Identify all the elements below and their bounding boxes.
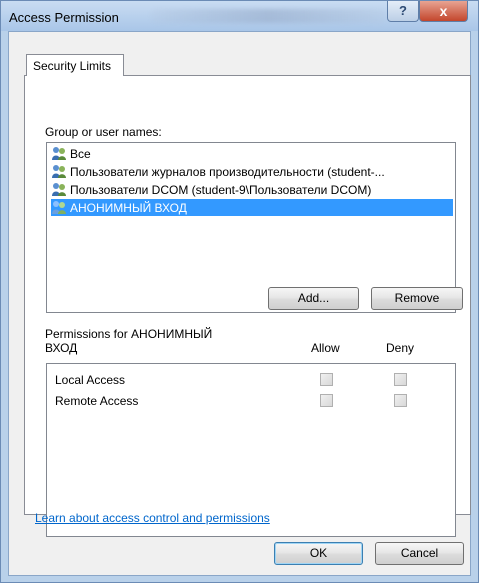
window-title: Access Permission [9, 10, 119, 25]
list-item-label: Пользователи журналов производительности… [70, 164, 385, 179]
add-button[interactable]: Add... [268, 287, 359, 310]
list-item[interactable]: Все [51, 145, 453, 162]
remote-access-allow-checkbox[interactable] [320, 394, 333, 407]
users-group-icon [52, 201, 66, 214]
cancel-button[interactable]: Cancel [375, 542, 464, 565]
access-permission-dialog: Access Permission ? x Security Limits Gr… [0, 0, 479, 583]
list-item-label: Пользователи DCOM (student-9\Пользовател… [70, 182, 372, 197]
list-item[interactable]: Пользователи DCOM (student-9\Пользовател… [51, 181, 453, 198]
permissions-header-line2: ВХОД [45, 341, 78, 355]
local-access-allow-checkbox[interactable] [320, 373, 333, 386]
ok-button[interactable]: OK [274, 542, 363, 565]
permissions-header: Permissions for АНОНИМНЫЙ [45, 327, 213, 341]
blurred-title-text [151, 9, 386, 23]
list-item-selected[interactable]: АНОНИМНЫЙ ВХОД [51, 199, 453, 216]
users-group-icon [52, 183, 66, 196]
list-item-label: АНОНИМНЫЙ ВХОД [70, 200, 187, 215]
deny-column-header: Deny [386, 341, 415, 355]
remove-button[interactable]: Remove [371, 287, 463, 310]
title-bar[interactable]: Access Permission ? x [1, 1, 478, 31]
group-names-label: Group or user names: [45, 125, 162, 139]
close-icon: x [439, 3, 448, 19]
tab-security-limits[interactable]: Security Limits [26, 54, 124, 76]
local-access-deny-checkbox[interactable] [394, 373, 407, 386]
tab-panel: Group or user names: Все Пользователи жу… [24, 75, 471, 537]
list-item[interactable]: Пользователи журналов производительности… [51, 163, 453, 180]
users-group-icon [52, 147, 66, 160]
allow-column-header: Allow [311, 341, 340, 355]
help-button[interactable]: ? [387, 1, 419, 22]
help-icon: ? [399, 3, 407, 18]
close-button[interactable]: x [419, 1, 468, 22]
remote-access-deny-checkbox[interactable] [394, 394, 407, 407]
dialog-client-area: Security Limits Group or user names: Все [8, 31, 471, 576]
users-group-icon [52, 165, 66, 178]
list-item-label: Все [70, 146, 91, 161]
permission-name: Remote Access [55, 394, 139, 408]
learn-more-link[interactable]: Learn about access control and permissio… [35, 511, 270, 525]
permission-name: Local Access [55, 373, 126, 387]
